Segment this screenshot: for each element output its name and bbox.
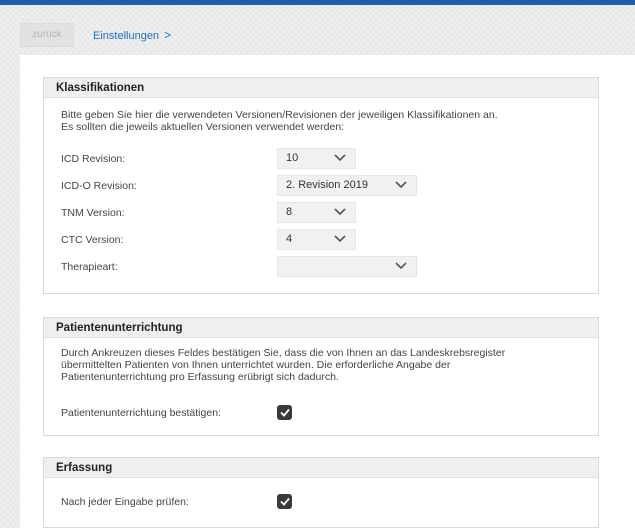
chevron-down-icon [325,149,355,168]
toolbar: zurück Einstellungen > [0,5,635,55]
confirm-unterrichtung-checkbox[interactable] [277,405,292,420]
chevron-down-icon [325,230,355,249]
select-value: 4 [286,233,293,245]
panel-description-line: Durch Ankreuzen dieses Feldes bestätigen… [61,347,506,359]
chevron-down-icon [386,257,416,276]
settings-content: Klassifikationen Bitte geben Sie hier di… [20,55,635,528]
panel-title: Klassifikationen [44,78,598,98]
chevron-right-icon: > [164,28,172,42]
chevron-down-icon [386,176,416,195]
erfassung-panel: Erfassung Nach jeder Eingabe prüfen: [43,457,599,528]
checkmark-icon [279,497,290,506]
panel-description-line: Bitte geben Sie hier die verwendeten Ver… [61,109,498,121]
icd-revision-label: ICD Revision: [61,153,126,165]
klassifikationen-panel: Klassifikationen Bitte geben Sie hier di… [43,77,599,294]
select-value: 10 [286,152,299,164]
panel-title: Patientenunterrichtung [44,318,598,338]
icd-o-revision-label: ICD-O Revision: [61,180,137,192]
breadcrumb[interactable]: Einstellungen > [93,23,171,47]
select-value: 2. Revision 2019 [286,179,368,191]
panel-description-line: übermittelten Patienten von Ihnen unterr… [61,359,451,371]
icd-revision-select[interactable]: 10 [277,148,356,169]
select-value: 8 [286,206,293,218]
breadcrumb-label[interactable]: Einstellungen [93,30,159,42]
check-after-input-label: Nach jeder Eingabe prüfen: [61,496,189,508]
panel-description-line: Es sollten die jeweils aktuellen Version… [61,121,345,133]
checkmark-icon [279,408,290,417]
ctc-version-select[interactable]: 4 [277,229,356,250]
back-button[interactable]: zurück [20,23,74,47]
therapieart-label: Therapieart: [61,261,118,273]
tnm-version-label: TNM Version: [61,207,125,219]
confirm-unterrichtung-label: Patientenunterrichtung bestätigen: [61,407,221,419]
therapieart-select[interactable] [277,256,417,277]
check-after-input-checkbox[interactable] [277,494,292,509]
tnm-version-select[interactable]: 8 [277,202,356,223]
panel-description-line: Patientenunterrichtung pro Erfassung erü… [61,371,339,383]
chevron-down-icon [325,203,355,222]
ctc-version-label: CTC Version: [61,234,124,246]
patientenunterrichtung-panel: Patientenunterrichtung Durch Ankreuzen d… [43,317,599,436]
icd-o-revision-select[interactable]: 2. Revision 2019 [277,175,417,196]
panel-title: Erfassung [44,458,598,478]
